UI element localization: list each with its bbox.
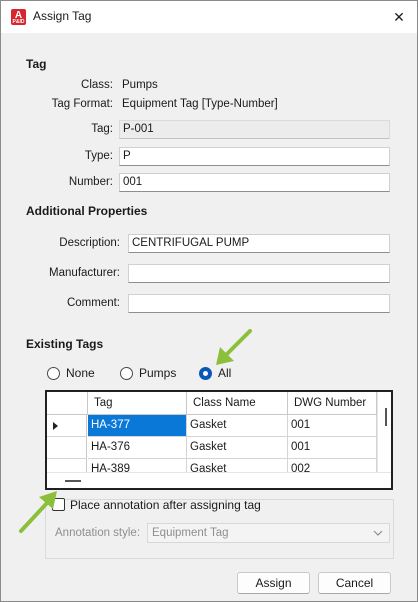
filter-none-radio[interactable]: None xyxy=(47,366,95,380)
cell-tag[interactable]: HA-376 xyxy=(88,437,187,459)
current-row-icon xyxy=(53,422,58,430)
horizontal-scrollbar[interactable] xyxy=(47,472,391,488)
type-label: Type: xyxy=(84,150,113,162)
app-icon: A P&ID xyxy=(11,9,26,25)
annotation-style-label: Annotation style: xyxy=(55,527,141,539)
class-label: Class: xyxy=(81,79,113,91)
title-bar: A P&ID Assign Tag ✕ xyxy=(1,1,417,33)
existing-tags-heading: Existing Tags xyxy=(26,337,104,351)
row-header[interactable] xyxy=(47,437,87,459)
radio-indicator xyxy=(120,366,133,380)
existing-tags-grid[interactable]: Tag Class Name DWG Number HA-377 Gasket … xyxy=(45,390,393,490)
cell-dwg-number[interactable]: 001 xyxy=(288,415,377,437)
cell-dwg-number[interactable]: 001 xyxy=(288,437,377,459)
scroll-thumb[interactable] xyxy=(65,480,81,482)
grid-corner-header xyxy=(47,392,88,415)
filter-pumps-radio[interactable]: Pumps xyxy=(120,366,176,380)
radio-indicator xyxy=(47,366,60,380)
window-title: Assign Tag xyxy=(33,9,92,23)
assign-tag-dialog: A P&ID Assign Tag ✕ Tag Class: Pumps Tag … xyxy=(0,0,418,602)
column-header-tag[interactable]: Tag xyxy=(88,392,187,415)
type-field[interactable]: P xyxy=(119,147,390,166)
row-header[interactable] xyxy=(47,415,87,437)
scroll-thumb[interactable] xyxy=(385,408,387,426)
cancel-button[interactable]: Cancel xyxy=(318,572,391,594)
tag-section-heading: Tag xyxy=(26,57,47,71)
number-label: Number: xyxy=(68,176,113,188)
column-header-class-name[interactable]: Class Name xyxy=(187,392,288,415)
tag-label: Tag: xyxy=(91,123,113,135)
cell-tag[interactable]: HA-377 xyxy=(88,415,187,437)
chevron-down-icon xyxy=(373,525,383,544)
number-field[interactable]: 001 xyxy=(119,173,390,192)
manufacturer-field[interactable] xyxy=(128,264,390,283)
class-value: Pumps xyxy=(122,79,158,91)
additional-properties-heading: Additional Properties xyxy=(26,204,148,218)
comment-label: Comment: xyxy=(66,297,120,309)
comment-field[interactable] xyxy=(128,294,390,313)
tag-format-value: Equipment Tag [Type-Number] xyxy=(122,98,278,110)
column-header-dwg-number[interactable]: DWG Number xyxy=(288,392,377,415)
cell-class-name[interactable]: Gasket xyxy=(187,437,288,459)
assign-button[interactable]: Assign xyxy=(237,572,310,594)
tag-format-label: Tag Format: xyxy=(51,98,113,110)
description-field[interactable]: CENTRIFUGAL PUMP xyxy=(128,234,390,253)
cell-class-name[interactable]: Gasket xyxy=(187,415,288,437)
description-label: Description: xyxy=(59,237,120,249)
close-icon[interactable]: ✕ xyxy=(389,7,409,27)
annotation-style-dropdown[interactable]: Equipment Tag xyxy=(147,523,390,543)
tag-field: P-001 xyxy=(119,120,390,139)
annotation-arrow-icon xyxy=(19,491,57,533)
manufacturer-label: Manufacturer: xyxy=(49,267,120,279)
annotation-arrow-icon xyxy=(216,329,252,365)
place-annotation-label[interactable]: Place annotation after assigning tag xyxy=(70,498,261,512)
vertical-scrollbar[interactable] xyxy=(377,392,391,472)
